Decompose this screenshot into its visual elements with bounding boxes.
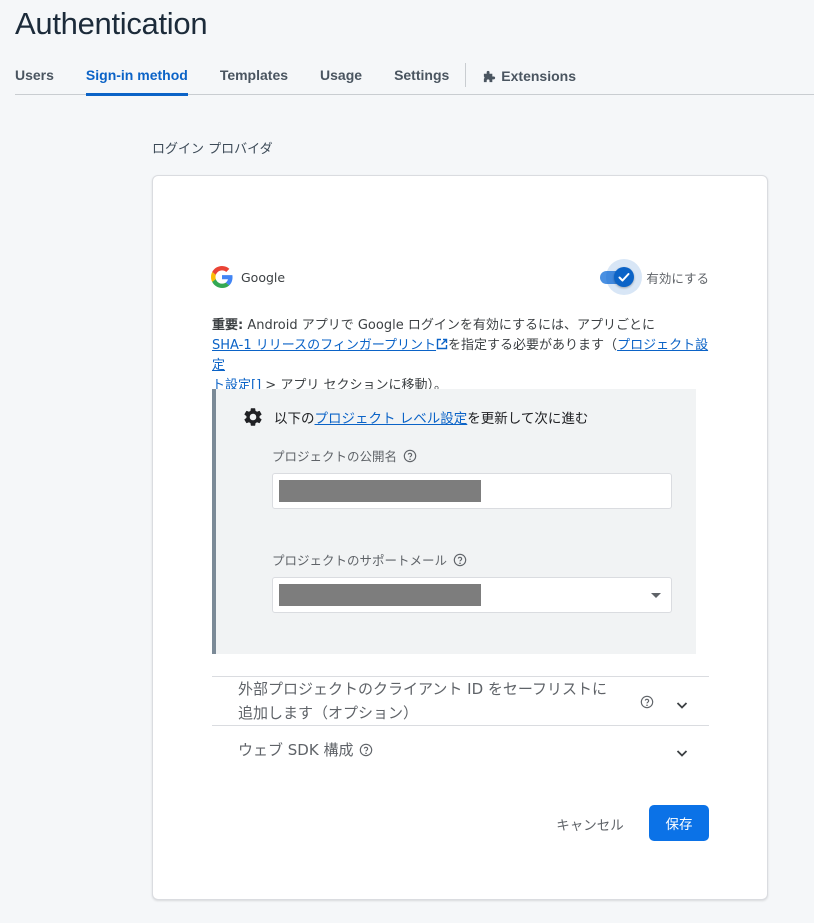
client-id-safelist-accordion[interactable]: 外部プロジェクトのクライアント ID をセーフリストに 追加します（オプション） (212, 676, 709, 725)
info-text-2: を指定する必要があります（ (448, 338, 618, 353)
save-button[interactable]: 保存 (649, 805, 709, 841)
info-text-1: Android アプリで Google ログインを有効にするには、アプリごとに (243, 318, 655, 333)
info-bold: 重要: (212, 318, 244, 333)
project-level-settings-link[interactable]: プロジェクト レベル設定 (315, 407, 468, 427)
public-name-label-text: プロジェクトの公開名 (272, 449, 398, 464)
chevron-down-icon (676, 750, 688, 757)
redacted-value (279, 480, 481, 502)
support-email-label: プロジェクトのサポートメール (272, 550, 467, 569)
tab-extensions[interactable]: Extensions (482, 58, 576, 95)
check-icon (618, 273, 630, 282)
tab-bar: Users Sign-in method Templates Usage Set… (15, 58, 814, 96)
help-icon[interactable] (453, 553, 467, 567)
provider-card: Google 有効にする 重要: Android アプリで Google ログイ… (152, 175, 768, 900)
settings-heading: 以下の プロジェクト レベル設定 を更新して次に進む (242, 406, 588, 428)
page-title: Authentication (15, 6, 208, 41)
provider-row: Google 有効にする (211, 259, 711, 295)
chevron-down-icon (676, 702, 688, 709)
redacted-value (279, 584, 481, 606)
accordion-title-line-1: ウェブ SDK 構成 (238, 741, 354, 759)
support-email-select[interactable] (272, 577, 672, 613)
gear-icon (244, 408, 262, 426)
accordion-title: ウェブ SDK 構成 (238, 738, 373, 762)
google-logo-icon (211, 266, 233, 288)
accordion-title: 外部プロジェクトのクライアント ID をセーフリストに 追加します（オプション） (238, 677, 607, 725)
tab-users[interactable]: Users (15, 58, 54, 95)
project-settings-box: 以下の プロジェクト レベル設定 を更新して次に進む プロジェクトの公開名 プロジェ… (212, 389, 696, 654)
accordion-title-line-1: 外部プロジェクトのクライアント ID をセーフリストに (238, 680, 608, 698)
enable-toggle-group: 有効にする (598, 259, 709, 295)
support-email-label-text: プロジェクトのサポートメール (272, 553, 448, 568)
tab-templates[interactable]: Templates (220, 58, 288, 95)
tab-sign-in-method[interactable]: Sign-in method (85, 58, 188, 96)
android-info-text: 重要: Android アプリで Google ログインを有効にするには、アプリ… (212, 316, 712, 396)
tab-divider (465, 63, 467, 87)
extensions-icon (484, 70, 496, 82)
public-name-label: プロジェクトの公開名 (272, 446, 417, 465)
external-link-icon (436, 338, 448, 350)
settings-suffix: を更新して次に進む (467, 411, 589, 427)
settings-prefix: 以下の (274, 411, 315, 427)
section-label: ログイン プロバイダ (152, 142, 273, 157)
cancel-button[interactable]: キャンセル (545, 806, 635, 842)
help-icon[interactable] (403, 449, 417, 463)
dropdown-arrow-icon (651, 593, 661, 598)
help-icon[interactable] (359, 743, 373, 757)
sha1-fingerprint-link[interactable]: SHA-1 リリースのフィンガープリント (212, 338, 436, 353)
tab-extensions-label: Extensions (501, 68, 576, 84)
tab-settings[interactable]: Settings (394, 58, 449, 95)
provider-name: Google (241, 269, 286, 285)
web-sdk-config-accordion[interactable]: ウェブ SDK 構成 (212, 725, 709, 775)
tab-usage[interactable]: Usage (320, 58, 362, 95)
toggle-label: 有効にする (646, 270, 709, 286)
public-name-input[interactable] (272, 473, 672, 509)
help-icon[interactable] (640, 695, 654, 709)
enable-toggle[interactable] (598, 259, 643, 295)
accordion-title-line-2: 追加します（オプション） (238, 704, 419, 722)
